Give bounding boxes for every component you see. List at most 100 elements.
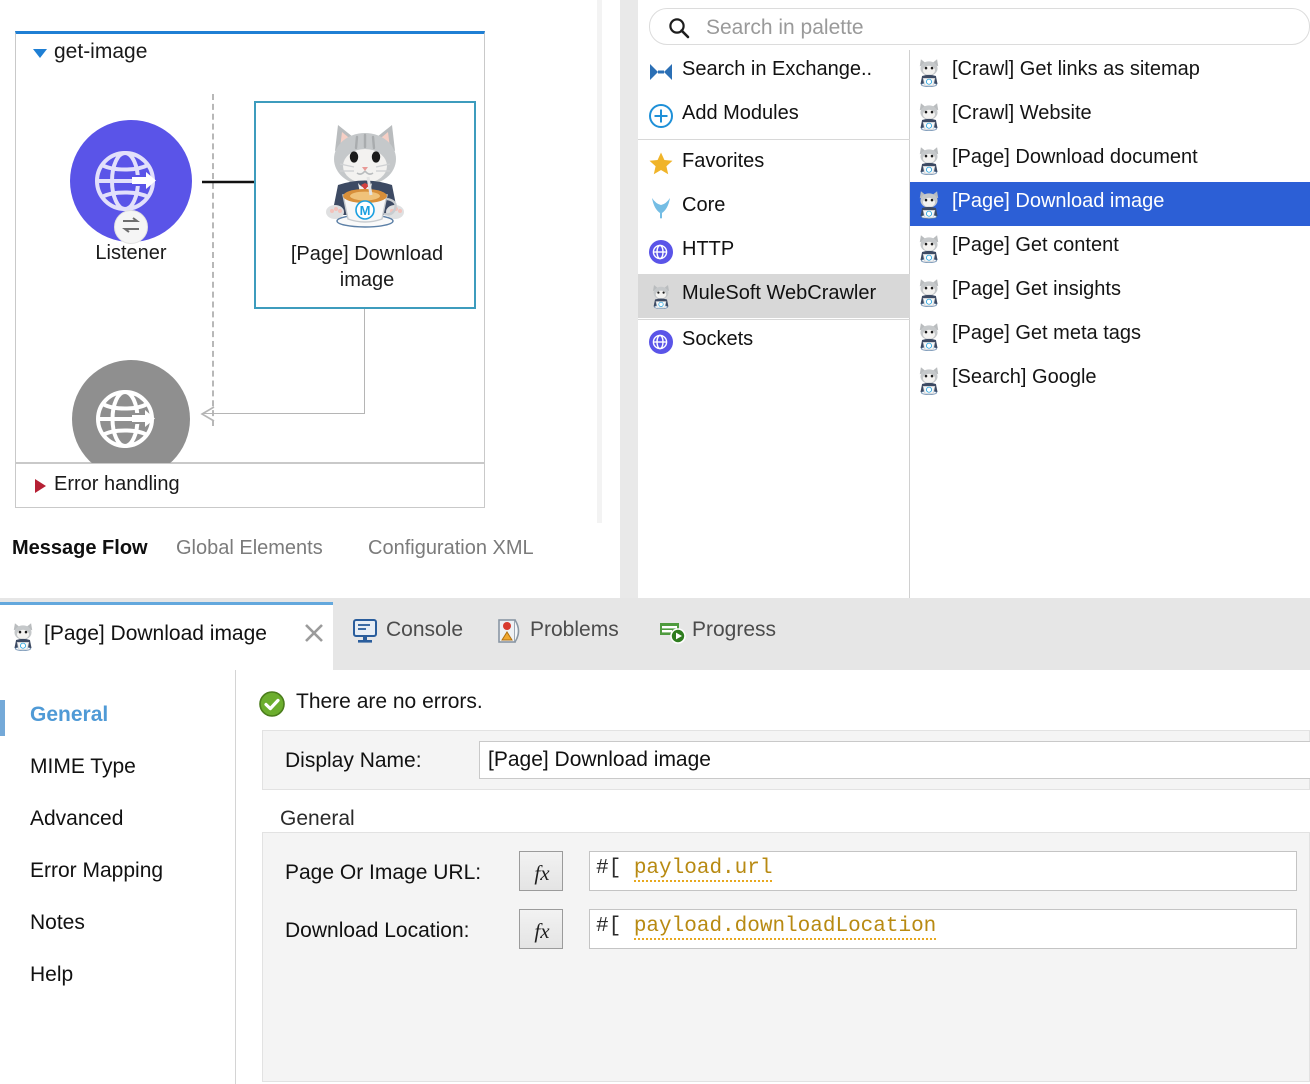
tab-global-elements[interactable]: Global Elements <box>176 537 323 560</box>
general-section-title: General <box>280 807 355 830</box>
bottom-tab-label: [Page] Download image <box>44 622 267 645</box>
display-name-label: Display Name: <box>285 749 422 772</box>
properties-tab-label: Error Mapping <box>30 859 164 882</box>
download-location-input[interactable]: #[ payload.downloadLocation <box>589 909 1297 949</box>
palette-operation-list[interactable]: [Crawl] Get links as sitemap [Crawl] Web… <box>910 50 1310 598</box>
flow-response-node[interactable] <box>72 360 190 478</box>
palette-category-http[interactable]: HTTP <box>638 230 910 274</box>
console-monitor-icon <box>353 619 377 643</box>
palette-operation-crawl-get-links-as-sitemap[interactable]: [Crawl] Get links as sitemap <box>910 50 1310 94</box>
webcrawler-cat-icon <box>919 191 939 219</box>
display-name-input[interactable] <box>479 741 1310 779</box>
webcrawler-cat-icon <box>919 235 939 263</box>
bottom-tab-label: Console <box>386 618 464 641</box>
palette-operation-page-get-content[interactable]: [Page] Get content <box>910 226 1310 270</box>
fx-icon: fx <box>534 919 550 943</box>
svg-text:fx: fx <box>534 919 550 943</box>
bottom-tab-page-download-image[interactable]: [Page] Download image <box>0 602 333 670</box>
page-or-image-url-input[interactable]: #[ payload.url <box>589 851 1297 891</box>
palette-operation-page-download-image[interactable]: [Page] Download image <box>910 182 1310 226</box>
palette-operation-crawl-website[interactable]: [Crawl] Website <box>910 94 1310 138</box>
properties-tab-label: MIME Type <box>30 755 136 778</box>
page-or-image-url-label: Page Or Image URL: <box>285 861 482 884</box>
globe-purple-icon <box>649 330 673 354</box>
return-path-vertical <box>364 309 365 414</box>
triangle-right-icon[interactable] <box>35 479 46 493</box>
properties-tab-advanced[interactable]: Advanced <box>0 796 236 848</box>
search-icon <box>669 18 690 39</box>
properties-tab-label: Advanced <box>30 807 124 830</box>
palette-category-mulesoft-webcrawler[interactable]: MuleSoft WebCrawler <box>638 274 910 318</box>
expression-value: payload.downloadLocation <box>633 915 937 940</box>
properties-sidebar[interactable]: General MIME Type Advanced Error Mapping… <box>0 670 236 1084</box>
editor-top-area: get-image Listener M [Page] Download ima… <box>0 0 1310 637</box>
palette-operation-label: [Page] Download document <box>952 146 1198 168</box>
palette-operation-label: [Page] Get meta tags <box>952 322 1141 344</box>
problems-marker-icon <box>498 619 520 643</box>
palette-category-core[interactable]: Core <box>638 186 910 230</box>
webcrawler-cat-icon <box>919 59 939 87</box>
properties-tab-general[interactable]: General <box>0 692 236 744</box>
mule-palette: Search in palette Search in Exchange.. A… <box>638 0 1310 637</box>
palette-operation-page-download-document[interactable]: [Page] Download document <box>910 138 1310 182</box>
download-location-fx-button[interactable]: fx <box>519 909 563 949</box>
tab-message-flow[interactable]: Message Flow <box>12 537 148 560</box>
properties-tab-help[interactable]: Help <box>0 952 236 1004</box>
error-handling-label: Error handling <box>54 473 180 495</box>
expression-prefix: #[ <box>596 857 622 880</box>
active-indicator-bar <box>0 700 5 736</box>
no-errors-message: There are no errors. <box>296 690 483 713</box>
palette-operation-page-get-meta-tags[interactable]: [Page] Get meta tags <box>910 314 1310 358</box>
tab-configuration-xml[interactable]: Configuration XML <box>368 537 534 560</box>
return-path-horizontal <box>202 413 365 414</box>
palette-category-label: Search in Exchange.. <box>682 58 873 80</box>
page-or-image-url-fx-button[interactable]: fx <box>519 851 563 891</box>
palette-category-divider <box>638 139 910 140</box>
palette-search-placeholder: Search in palette <box>706 16 864 39</box>
properties-tab-error-mapping[interactable]: Error Mapping <box>0 848 236 900</box>
webcrawler-cat-icon <box>13 623 33 651</box>
message-flow-canvas[interactable]: get-image Listener M [Page] Download ima… <box>0 0 597 525</box>
bottom-panel: [Page] Download image Console Problems P… <box>0 598 1310 1084</box>
properties-tab-notes[interactable]: Notes <box>0 900 236 952</box>
bottom-tab-label: Progress <box>692 618 777 641</box>
properties-tab-label: General <box>30 703 109 726</box>
flow-container[interactable]: get-image Listener M [Page] Download ima… <box>15 31 485 478</box>
palette-search-box[interactable]: Search in palette <box>649 8 1310 45</box>
bottom-panel-tabbar: [Page] Download image Console Problems P… <box>0 598 1310 670</box>
error-handling-section[interactable]: Error handling <box>15 463 485 508</box>
palette-operation-search-google[interactable]: [Search] Google <box>910 358 1310 402</box>
properties-tab-mime-type[interactable]: MIME Type <box>0 744 236 796</box>
flow-header: get-image <box>16 34 484 72</box>
palette-category-add-modules[interactable]: Add Modules <box>638 94 910 138</box>
palette-category-search-in-exchange[interactable]: Search in Exchange.. <box>638 50 910 94</box>
mulesoft-webcrawler-cat-icon: M <box>326 125 404 228</box>
palette-category-favorites[interactable]: Favorites <box>638 142 910 186</box>
properties-editor: General MIME Type Advanced Error Mapping… <box>0 670 1310 1084</box>
download-image-node[interactable]: M [Page] Download image <box>254 101 476 309</box>
triangle-down-icon[interactable] <box>33 49 47 58</box>
star-icon <box>649 152 673 175</box>
close-icon[interactable] <box>303 622 325 644</box>
general-fields-group: Page Or Image URL: fx #[ payload.url Dow… <box>262 832 1310 1082</box>
plus-circle-icon <box>649 104 673 128</box>
mule-ears-icon <box>652 198 670 219</box>
palette-category-list[interactable]: Search in Exchange.. Add Modules Favorit… <box>638 50 910 637</box>
svg-text:M: M <box>360 203 371 218</box>
webcrawler-cat-icon <box>919 279 939 307</box>
palette-category-label: Favorites <box>682 150 765 172</box>
palette-operation-label: [Page] Get insights <box>952 278 1121 300</box>
progress-icon <box>660 623 686 644</box>
fx-icon: fx <box>534 861 550 885</box>
palette-category-sockets[interactable]: Sockets <box>638 320 910 364</box>
palette-operation-label: [Search] Google <box>952 366 1097 388</box>
bottom-tab-label: Problems <box>530 618 619 641</box>
palette-operation-label: [Page] Get content <box>952 234 1119 256</box>
palette-category-label: Sockets <box>682 328 754 350</box>
palette-category-label: Add Modules <box>682 102 799 124</box>
palette-operation-page-get-insights[interactable]: [Page] Get insights <box>910 270 1310 314</box>
globe-purple-icon <box>649 240 673 264</box>
display-name-row: Display Name: <box>262 730 1310 790</box>
return-path-arrowhead <box>200 405 218 423</box>
expression-prefix: #[ <box>596 915 622 938</box>
